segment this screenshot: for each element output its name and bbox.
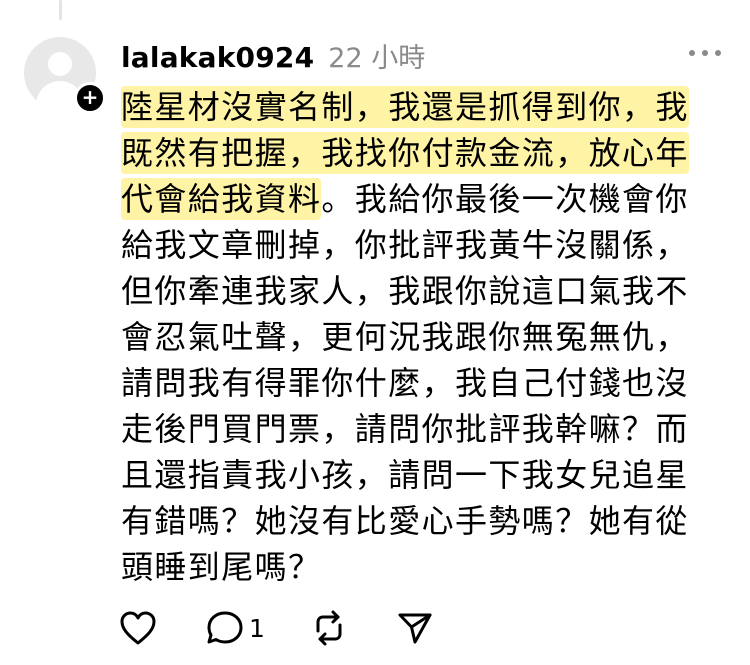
- send-icon: [398, 613, 432, 644]
- dot-icon: [689, 50, 695, 56]
- dot-icon: [702, 50, 708, 56]
- body-text: 。我給你最後一次機會你給我文章刪掉，你批評我黃牛沒關係，但你牽連我家人，我跟你說…: [121, 180, 689, 586]
- heart-icon: [120, 611, 156, 645]
- thread-connector-line: [59, 0, 62, 20]
- repost-icon: [316, 610, 342, 646]
- post-body: 陸星材沒實名制，我還是抓得到你，我既然有把握，我找你付款金流，放心年代會給我資料…: [121, 84, 721, 590]
- post-header: lalakak0924 22 小時: [121, 36, 425, 74]
- follow-plus-icon[interactable]: +: [74, 82, 106, 114]
- reply-count: 1: [249, 613, 265, 643]
- comment-icon: [207, 611, 243, 644]
- share-button[interactable]: [396, 606, 434, 650]
- timestamp[interactable]: 22 小時: [328, 36, 425, 75]
- action-bar: 1: [119, 606, 434, 650]
- repost-button[interactable]: [310, 606, 396, 650]
- username[interactable]: lalakak0924: [121, 41, 314, 74]
- like-button[interactable]: [119, 606, 205, 650]
- avatar[interactable]: +: [24, 37, 106, 114]
- more-options-button[interactable]: [689, 48, 723, 60]
- dot-icon: [715, 50, 721, 56]
- reply-button[interactable]: 1: [205, 606, 310, 650]
